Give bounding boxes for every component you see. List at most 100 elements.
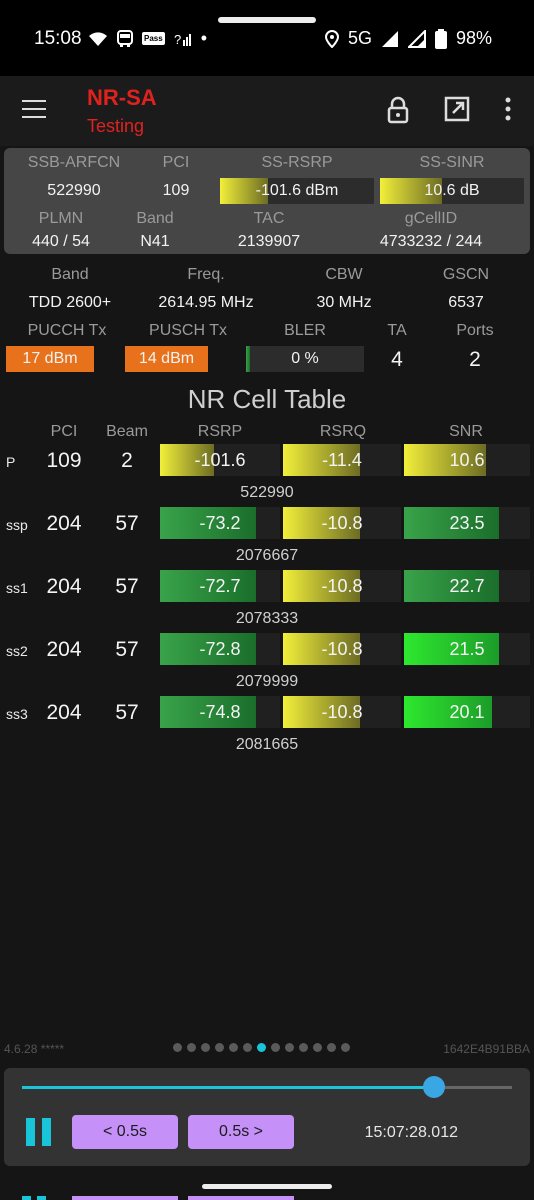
page-dot[interactable] xyxy=(173,1043,182,1052)
snr-value: 20.1 xyxy=(449,701,485,722)
peek-pause-right xyxy=(37,1196,46,1200)
peek-button-left xyxy=(72,1196,178,1200)
ss-rsrp-label: SS-RSRP xyxy=(261,154,333,171)
signal-alt-icon xyxy=(407,29,426,48)
snr-bar: 21.5 xyxy=(404,633,530,665)
row-label: ss2 xyxy=(6,643,28,659)
page-dot[interactable] xyxy=(229,1043,238,1052)
page-dot[interactable] xyxy=(187,1043,196,1052)
row-arfcn: 2079999 xyxy=(235,673,299,690)
pucch-value: 17 dBm xyxy=(22,350,78,367)
status-bar: 15:08 Pass ? • 5G 98% xyxy=(0,0,534,76)
rsrp-bar: -72.7 xyxy=(160,570,280,602)
step-back-button[interactable]: < 0.5s xyxy=(72,1115,178,1149)
playback-thumb[interactable] xyxy=(422,1076,445,1098)
playback-timestamp: 15:07:28.012 xyxy=(364,1124,458,1141)
call-signal-icon: ? xyxy=(174,32,191,47)
location-icon xyxy=(324,29,339,48)
page-dot[interactable] xyxy=(271,1043,280,1052)
app-version: 4.6.28 ***** xyxy=(4,1042,65,1056)
device-id: 1642E4B91BBA xyxy=(443,1042,530,1056)
snr-bar: 10.6 xyxy=(404,444,530,476)
row-beam: 57 xyxy=(115,638,139,661)
tac-label: TAC xyxy=(253,210,285,227)
row-label: P xyxy=(6,454,16,470)
pucch-bar: 17 dBm xyxy=(6,346,94,372)
rsrp-value: -72.7 xyxy=(199,575,241,596)
page-subtitle: Testing xyxy=(87,116,145,136)
cell-table-title: NR Cell Table xyxy=(187,384,347,414)
header-rsrp: RSRP xyxy=(197,423,243,440)
gcellid-value: 4733232 / 244 xyxy=(379,233,483,250)
page-dot[interactable] xyxy=(313,1043,322,1052)
page-dot[interactable] xyxy=(257,1043,266,1052)
band-label: Band xyxy=(136,210,174,227)
row-pci: 204 xyxy=(46,575,82,598)
cbw-label: CBW xyxy=(325,266,363,283)
row-arfcn: 2078333 xyxy=(235,610,299,627)
page-dot[interactable] xyxy=(285,1043,294,1052)
row-pci: 204 xyxy=(46,638,82,661)
row-label: ssp xyxy=(6,517,28,533)
ss-sinr-label: SS-SINR xyxy=(419,154,485,171)
rsrq-value: -10.8 xyxy=(321,638,363,659)
page-dot[interactable] xyxy=(215,1043,224,1052)
peek-button-right xyxy=(188,1196,294,1200)
lock-icon[interactable] xyxy=(386,96,410,124)
row-pci: 204 xyxy=(46,701,82,724)
ssb-arfcn-label: SSB-ARFCN xyxy=(27,154,121,171)
status-left-icons: Pass ? • xyxy=(88,28,207,49)
rsrp-bar: -72.8 xyxy=(160,633,280,665)
signal-icon xyxy=(381,30,398,47)
more-vert-icon[interactable] xyxy=(498,96,518,122)
ports-value: 2 xyxy=(469,348,481,371)
rsrp-value: -74.8 xyxy=(199,701,241,722)
playback-slider[interactable] xyxy=(22,1076,512,1098)
ta-value: 4 xyxy=(391,348,403,371)
page-dot[interactable] xyxy=(327,1043,336,1052)
app-bar: NR-SA Testing xyxy=(0,76,534,146)
pci-label: PCI xyxy=(162,154,190,171)
rsrp-bar: -101.6 xyxy=(160,444,280,476)
status-time: 15:08 xyxy=(34,28,82,49)
row-label: ss1 xyxy=(6,580,28,596)
pucch-label: PUCCH Tx xyxy=(27,322,107,339)
rsrq-value: -10.8 xyxy=(321,575,363,596)
plmn-label: PLMN xyxy=(38,210,84,227)
battery-icon xyxy=(434,28,447,49)
menu-icon[interactable] xyxy=(22,100,46,118)
rsrp-value: -72.8 xyxy=(199,638,241,659)
band-value: N41 xyxy=(140,233,170,250)
playback-controls: < 0.5s 0.5s > 15:07:28.012 xyxy=(4,1068,530,1166)
rsrq-bar: -11.4 xyxy=(283,444,401,476)
header-rsrq: RSRQ xyxy=(319,423,367,440)
page-dot[interactable] xyxy=(341,1043,350,1052)
serving-cell-summary: SSB-ARFCN 522990 PCI 109 SS-RSRP -101.6 … xyxy=(4,148,530,254)
pause-icon[interactable] xyxy=(26,1118,52,1146)
rsrq-value: -10.8 xyxy=(321,701,363,722)
band-detail-value: TDD 2600+ xyxy=(28,294,112,311)
gscn-label: GSCN xyxy=(442,266,490,283)
ss-sinr-value: 10.6 dB xyxy=(424,182,480,199)
rsrq-bar: -10.8 xyxy=(283,570,401,602)
page-dot[interactable] xyxy=(201,1043,210,1052)
header-beam: Beam xyxy=(106,423,148,440)
row-beam: 57 xyxy=(115,575,139,598)
bus-icon xyxy=(117,29,133,47)
pass-icon: Pass xyxy=(142,32,165,45)
pusch-label: PUSCH Tx xyxy=(149,322,227,339)
snr-value: 21.5 xyxy=(449,638,485,659)
page-dot[interactable] xyxy=(299,1043,308,1052)
page-dot[interactable] xyxy=(243,1043,252,1052)
battery-level: 98% xyxy=(455,28,492,48)
snr-bar: 20.1 xyxy=(404,696,530,728)
open-external-icon[interactable] xyxy=(444,96,470,122)
status-right-icons: 5G 98% xyxy=(324,28,492,49)
step-forward-button[interactable]: 0.5s > xyxy=(188,1115,294,1149)
page-title: NR-SA xyxy=(87,85,157,110)
wifi-icon xyxy=(89,31,107,46)
ports-label: Ports xyxy=(456,322,494,339)
rsrp-bar: -73.2 xyxy=(160,507,280,539)
pusch-bar: 14 dBm xyxy=(125,346,208,372)
row-arfcn: 2081665 xyxy=(235,736,299,753)
